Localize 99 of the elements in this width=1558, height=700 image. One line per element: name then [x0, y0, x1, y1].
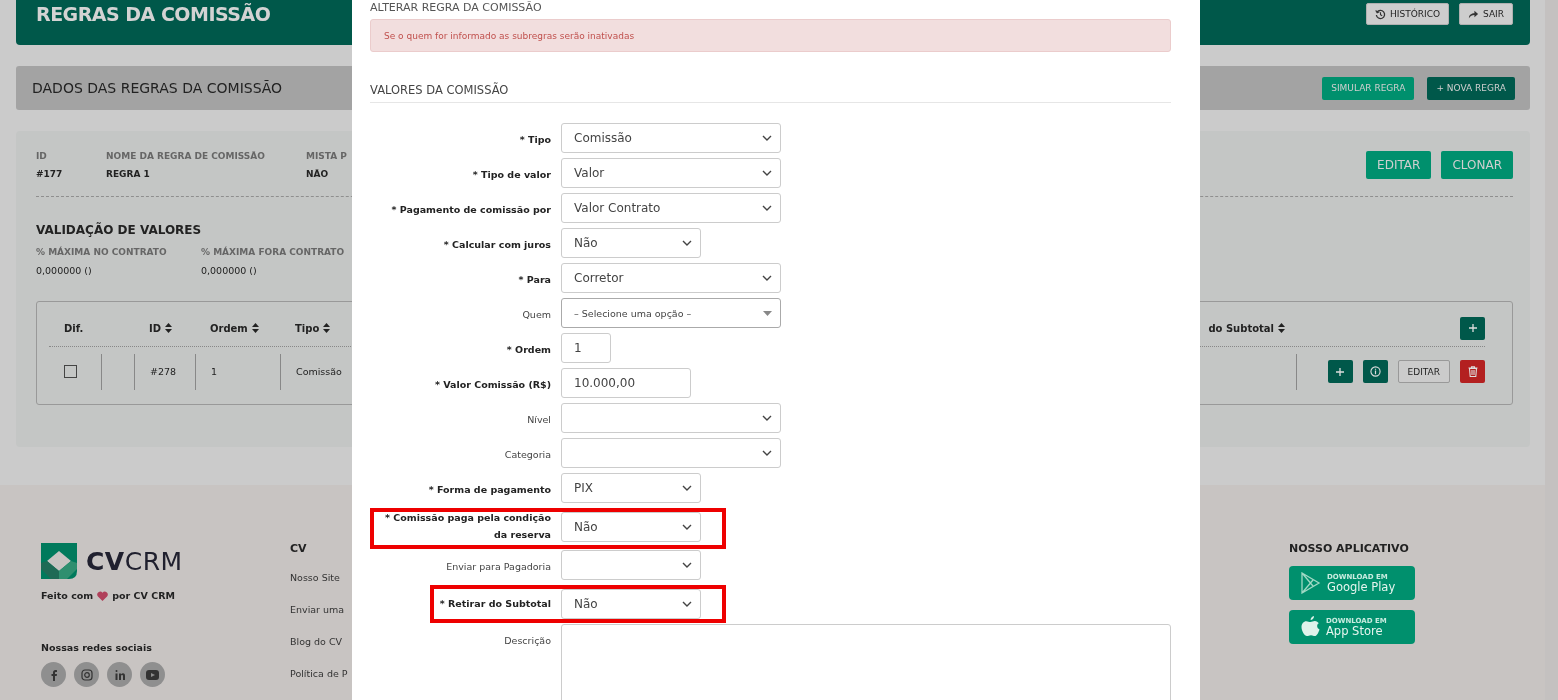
section-title: DADOS DAS REGRAS DA COMISSÃO — [32, 80, 283, 96]
select-field[interactable]: – Selecione uma opção – — [561, 298, 781, 328]
chevron-icon — [762, 275, 772, 281]
app-title: NOSSO APLICATIVO — [1289, 542, 1410, 555]
input-field[interactable]: 1 — [561, 333, 611, 363]
edit-button[interactable]: EDITAR — [1397, 360, 1450, 383]
row-checkbox[interactable] — [64, 365, 77, 378]
field-label: * Forma de pagamento — [427, 483, 551, 497]
delete-button[interactable] — [1460, 360, 1485, 383]
exit-button[interactable]: SAIR — [1459, 3, 1513, 25]
select-field[interactable] — [561, 550, 701, 580]
plus-icon — [1336, 367, 1344, 376]
select-field[interactable]: Valor Contrato — [561, 193, 781, 223]
chevron-icon — [762, 205, 772, 211]
sort-icon[interactable] — [165, 322, 173, 333]
section-heading: VALORES DA COMISSÃO — [370, 83, 1171, 103]
add-button[interactable] — [1327, 360, 1353, 383]
select-field[interactable]: Não — [561, 228, 701, 258]
field-value: NÃO — [306, 169, 330, 179]
table-cell: Comissão — [296, 366, 342, 377]
tagline-text: Feito com — [41, 590, 94, 601]
logo-wordmark: CVCRM — [86, 546, 183, 576]
column-header[interactable]: do Subtotal — [1208, 322, 1285, 334]
field-label: ID — [36, 151, 48, 161]
field-value: REGRA 1 — [106, 169, 151, 179]
field-label: Categoria — [503, 448, 551, 462]
warning-alert: Se o quem for informado as subregras serão inativadas — [370, 19, 1171, 52]
table-cell: #278 — [150, 366, 177, 377]
heart-icon — [97, 590, 109, 601]
add-button[interactable] — [1460, 316, 1485, 340]
field-label: % MÁXIMA NO CONTRATO — [36, 247, 168, 257]
history-icon — [1375, 8, 1387, 20]
validation-title: VALIDAÇÃO DE VALORES — [36, 223, 203, 237]
select-field[interactable]: Valor — [561, 158, 781, 188]
footer-column-title: CV — [290, 542, 308, 555]
input-field[interactable]: 10.000,00 — [561, 368, 691, 398]
chevron-icon — [682, 601, 692, 607]
youtube-icon[interactable] — [140, 662, 165, 687]
field-label: * Tipo — [518, 133, 551, 147]
field-label: Descrição — [503, 634, 551, 648]
social-title: Nossas redes sociais — [41, 642, 153, 653]
field-label: Nível — [526, 413, 551, 427]
select-field[interactable]: PIX — [561, 473, 701, 503]
table-cell: 1 — [211, 366, 218, 377]
select-field[interactable]: Não — [561, 589, 701, 619]
description-field[interactable] — [561, 624, 1171, 700]
instagram-icon[interactable] — [74, 662, 99, 687]
select-field[interactable]: Não — [561, 512, 701, 542]
chevron-icon — [682, 485, 692, 491]
chevron-icon — [762, 170, 772, 176]
field-label: * Retirar do Subtotal — [438, 597, 551, 611]
caret-icon — [763, 310, 772, 316]
field-label: * Para — [517, 273, 551, 287]
column-header[interactable]: Tipo — [295, 322, 331, 334]
column-header: Dif. — [64, 322, 84, 334]
chevron-icon — [682, 562, 692, 568]
linkedin-icon[interactable] — [107, 662, 132, 687]
logo-icon — [41, 543, 77, 579]
select-field[interactable]: Corretor — [561, 263, 781, 293]
field-value: 0,000000 () — [36, 265, 93, 276]
info-button[interactable] — [1362, 360, 1388, 383]
chevron-icon — [762, 135, 772, 141]
field-label: MISTA P — [306, 151, 347, 161]
modal-title: ALTERAR REGRA DA COMISSÃO — [370, 1, 543, 14]
chevron-icon — [762, 415, 772, 421]
sort-icon[interactable] — [1278, 322, 1285, 333]
column-header[interactable]: Ordem — [210, 322, 259, 334]
field-value: #177 — [36, 169, 64, 179]
apple-icon — [1301, 616, 1320, 638]
trash-icon — [1467, 366, 1478, 377]
info-icon — [1369, 366, 1381, 377]
select-field[interactable] — [561, 438, 781, 468]
sort-icon[interactable] — [251, 322, 259, 333]
share-arrow-icon — [1468, 8, 1480, 20]
field-value: 0,000000 () — [201, 265, 258, 276]
field-label: * Valor Comissão (R$) — [433, 378, 551, 392]
chevron-icon — [682, 524, 692, 530]
chevron-icon — [682, 240, 692, 246]
field-label: Quem — [521, 308, 551, 322]
field-label: * Comissão paga pela condição da reserva — [384, 511, 551, 542]
play-triangle-icon — [1301, 572, 1321, 594]
field-label: * Pagamento de comissão por — [390, 203, 551, 217]
field-label: % MÁXIMA FORA CONTRATO — [201, 247, 346, 257]
column-header[interactable]: ID — [149, 322, 173, 334]
select-field[interactable] — [561, 403, 781, 433]
field-label: NOME DA REGRA DE COMISSÃO — [106, 151, 266, 161]
select-field[interactable]: Comissão — [561, 123, 781, 153]
field-label: Enviar para Pagadoria — [445, 560, 551, 574]
field-label: * Ordem — [505, 343, 551, 357]
plus-icon — [1468, 324, 1477, 332]
facebook-icon[interactable] — [41, 662, 66, 687]
new-rule-button[interactable]: + NOVA REGRA — [1427, 76, 1515, 100]
field-label: * Calcular com juros — [442, 238, 551, 252]
sort-icon[interactable] — [323, 322, 331, 333]
page-title: REGRAS DA COMISSÃO — [36, 3, 271, 25]
field-label: * Tipo de valor — [471, 168, 551, 182]
tagline-text: por CV CRM — [112, 590, 175, 601]
chevron-icon — [762, 450, 772, 456]
history-button[interactable]: HISTÓRICO — [1366, 3, 1450, 25]
